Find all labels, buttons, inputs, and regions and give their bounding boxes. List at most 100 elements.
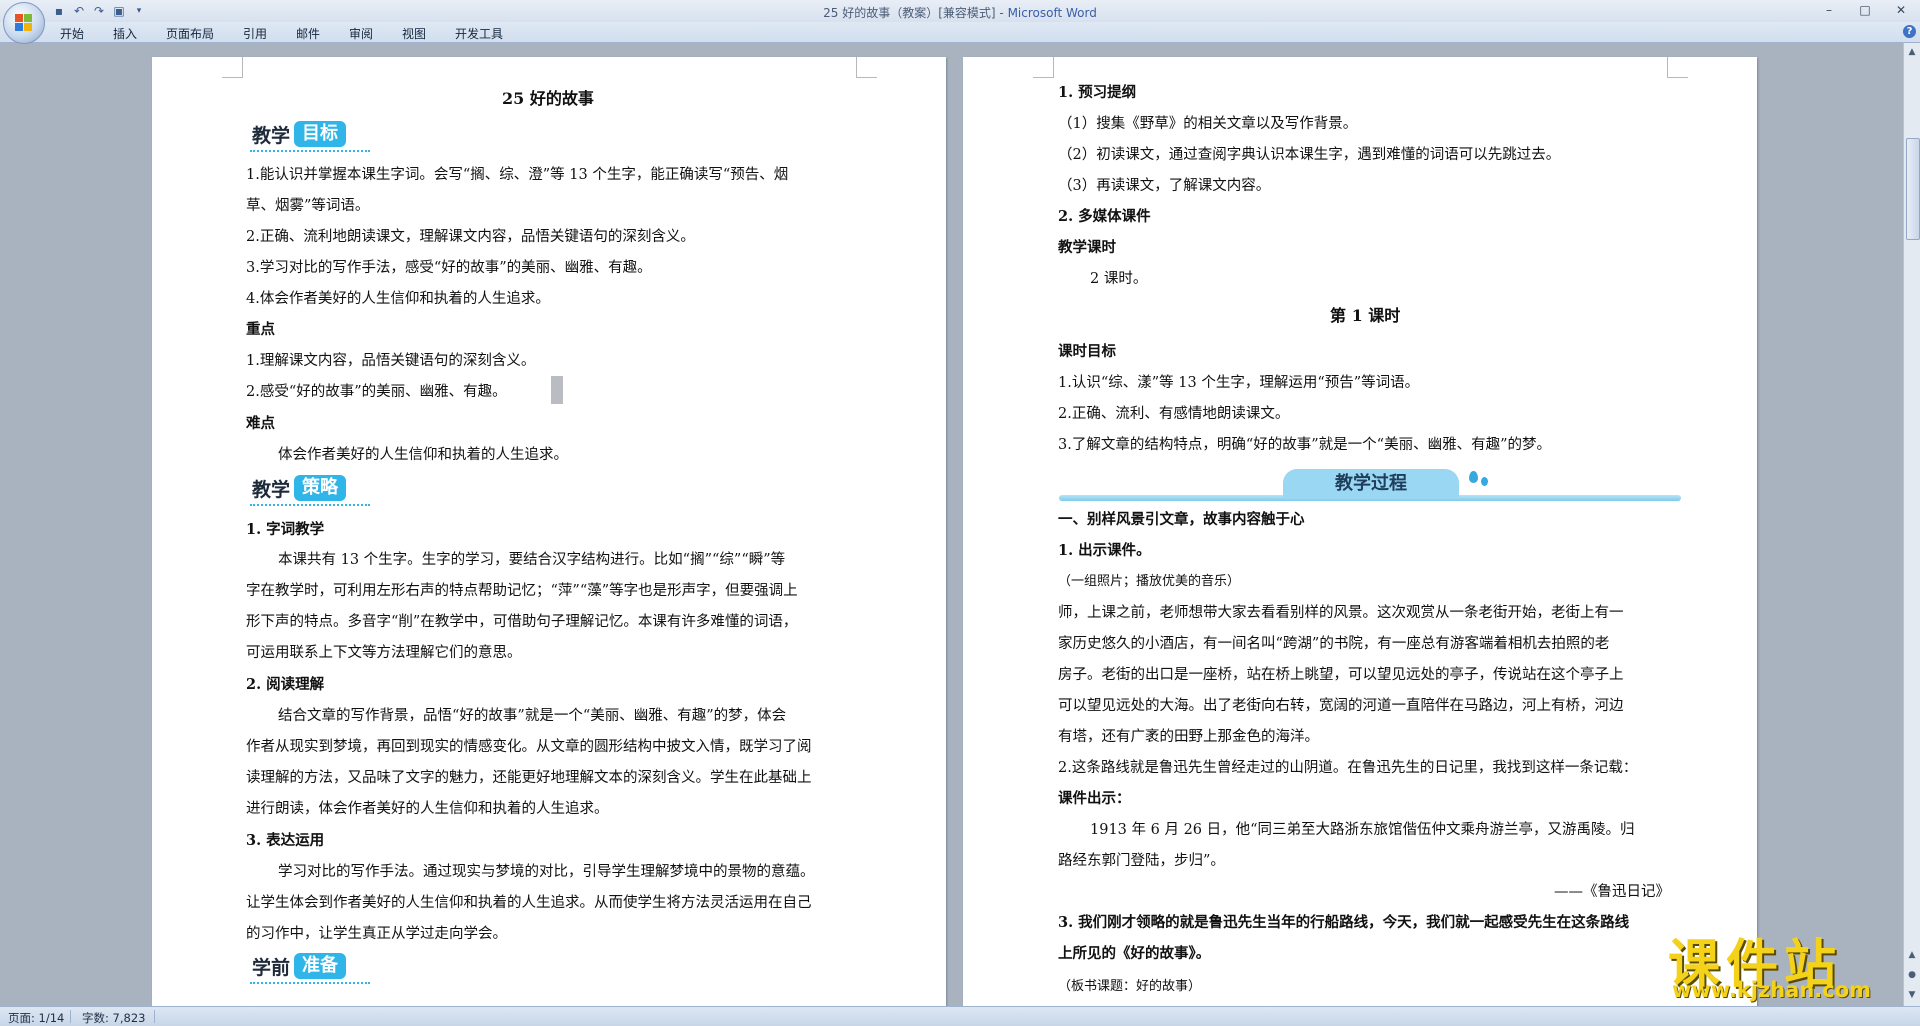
lesson-goal-3: 3.了解文章的结构特点，明确“好的故事”就是一个“美丽、幽雅、有趣”的梦。 xyxy=(1058,437,1551,453)
strategy-1-line-4: 可运用联系上下文等方法理解它们的意思。 xyxy=(246,645,522,661)
page-count[interactable]: 页面: 1/14 xyxy=(8,1010,64,1026)
word-count[interactable]: 字数: 7,823 xyxy=(82,1010,145,1026)
strategy-1-line-3: 形下声的特点。多音字“削”在教学中，可借助句子理解记忆。本课有许多难懂的词语， xyxy=(246,614,798,630)
tab-insert[interactable]: 插入 xyxy=(113,25,137,42)
tab-references[interactable]: 引用 xyxy=(243,25,267,42)
goal-2: 2.正确、流利地朗读课文，理解课文内容，品悟关键语句的深刻含义。 xyxy=(246,229,695,245)
section-badge-preparation: 学前 准备 xyxy=(252,952,347,980)
strategy-1-line-1: 本课共有 13 个生字。生字的学习，要结合汉字结构进行。比如“搁”“综”“瞬”等 xyxy=(278,552,786,568)
crop-mark xyxy=(856,57,877,78)
tab-page-layout[interactable]: 页面布局 xyxy=(166,25,214,42)
badge-label: 教学 xyxy=(252,124,291,147)
window-controls: – □ ✕ xyxy=(1816,2,1914,18)
office-button[interactable] xyxy=(3,2,45,44)
lesson-goal-1: 1.认识“综、漾”等 13 个生字，理解运用“预告”等词语。 xyxy=(1058,375,1420,391)
help-icon[interactable]: ? xyxy=(1903,25,1916,38)
tab-mailings[interactable]: 邮件 xyxy=(296,25,320,42)
teacher-line-4: 可以望见远处的大海。出了老街向右转，宽阔的河道一直陪伴在马路边，河上有桥，河边 xyxy=(1058,698,1624,714)
strategy-2-line-3: 读理解的方法，又品味了文字的魅力，还能更好地理解文本的深刻含义。学生在此基础上 xyxy=(246,770,812,786)
quote-line-1: 1913 年 6 月 26 日，他“同三弟至大路浙东旅馆偕伍仲文乘舟游兰亭，又游… xyxy=(1090,822,1635,838)
section-1-step-3-line-2: 上所见的《好的故事》。 xyxy=(1058,945,1211,962)
prep-item-1: （1）搜集《野草》的相关文章以及写作背景。 xyxy=(1058,116,1358,132)
key-point-1: 1.理解课文内容，品悟关键语句的深刻含义。 xyxy=(246,353,536,369)
section-1-step-2: 2.这条路线就是鲁迅先生曾经走过的山阴道。在鲁迅先生的日记里，我找到这样一条记载… xyxy=(1058,760,1638,776)
difficulty-1: 体会作者美好的人生信仰和执着的人生追求。 xyxy=(278,447,568,463)
watermark-url: www.kjzhan.com xyxy=(1672,978,1872,1002)
multimedia-heading: 2. 多媒体课件 xyxy=(1058,208,1151,225)
window-title: 25 好的故事（教案）[兼容模式] - Microsoft Word xyxy=(0,4,1920,21)
tab-view[interactable]: 视图 xyxy=(402,25,426,42)
section-1-note: （一组照片；播放优美的音乐） xyxy=(1058,574,1241,589)
teacher-line-3: 房子。老街的出口是一座桥，站在桥上眺望，可以望见远处的亭子，传说站在这个亭子上 xyxy=(1058,667,1624,683)
badge-label: 学前 xyxy=(252,956,291,979)
vertical-scrollbar[interactable]: ▲ ▲ ● ▼ xyxy=(1903,43,1920,1006)
scroll-thumb[interactable] xyxy=(1906,138,1920,240)
text-cursor-highlight xyxy=(551,376,563,404)
banner-title: 教学过程 xyxy=(1335,473,1407,494)
teacher-line-1: 师，上课之前，老师想带大家去看看别样的风景。这次观赏从一条老街开始，老街上有一 xyxy=(1058,605,1624,621)
document-title: 25 好的故事 xyxy=(502,89,594,108)
minimize-button[interactable]: – xyxy=(1816,2,1842,18)
section-badge-strategy: 教学 策略 xyxy=(252,474,347,502)
tab-developer[interactable]: 开发工具 xyxy=(455,25,503,42)
strategy-1-heading: 1. 字词教学 xyxy=(246,521,325,538)
office-logo-icon xyxy=(15,14,33,32)
status-bar: 页面: 1/14 字数: 7,823 xyxy=(0,1006,1920,1026)
scroll-up-icon[interactable]: ▲ xyxy=(1906,45,1918,59)
title-bar: ▪ ↶ ↷ ▣ ▾ 25 好的故事（教案）[兼容模式] - Microsoft … xyxy=(0,0,1920,44)
goal-1-line-1: 1.能认识并掌握本课生字词。会写“搁、综、澄”等 13 个生字，能正确读写“预告… xyxy=(246,167,789,183)
section-badge-goals: 教学 目标 xyxy=(252,120,347,148)
lesson-hours-heading: 教学课时 xyxy=(1058,239,1116,256)
close-button[interactable]: ✕ xyxy=(1888,2,1914,18)
lesson-goals-heading: 课时目标 xyxy=(1058,343,1116,360)
strategy-3-line-2: 让学生体会到作者美好的人生信仰和执着的人生追求。从而使学生将方法灵活运用在自己 xyxy=(246,895,812,911)
document-name: 25 好的故事（教案）[兼容模式] xyxy=(823,6,996,20)
lesson-title: 第 1 课时 xyxy=(1330,306,1401,325)
app-name: - Microsoft Word xyxy=(999,6,1097,20)
maximize-button[interactable]: □ xyxy=(1852,2,1878,18)
difficulty-heading: 难点 xyxy=(246,415,275,432)
section-1-heading: 一、别样风景引文章，故事内容触于心 xyxy=(1058,511,1305,528)
badge-highlight: 策略 xyxy=(294,475,347,501)
strategy-1-line-2: 字在教学时，可利用左形右声的特点帮助记忆；“萍”“藻”等字也是形声字，但要强调上 xyxy=(246,583,798,599)
prep-outline-heading: 1. 预习提纲 xyxy=(1058,84,1137,101)
strategy-3-heading: 3. 表达运用 xyxy=(246,832,325,849)
prep-item-3: （3）再读课文，了解课文内容。 xyxy=(1058,178,1271,194)
crop-mark xyxy=(1667,57,1688,78)
strategy-2-line-1: 结合文章的写作背景，品悟“好的故事”就是一个“美丽、幽雅、有趣”的梦，体会 xyxy=(278,708,787,724)
banner-tab: 教学过程 xyxy=(1283,469,1459,499)
badge-highlight: 目标 xyxy=(294,121,347,147)
badge-label: 教学 xyxy=(252,478,291,501)
badge-underline xyxy=(250,150,370,152)
key-point-2: 2.感受“好的故事”的美丽、幽雅、有趣。 xyxy=(246,384,507,400)
strategy-2-line-2: 作者从现实到梦境，再回到现实的情感变化。从文章的圆形结构中披文入情，既学习了阅 xyxy=(246,739,812,755)
tab-review[interactable]: 审阅 xyxy=(349,25,373,42)
goal-4: 4.体会作者美好的人生信仰和执着的人生追求。 xyxy=(246,291,550,307)
status-divider xyxy=(70,1010,71,1023)
badge-underline xyxy=(250,982,370,984)
section-1-step-1: 1. 出示课件。 xyxy=(1058,542,1151,559)
quote-source: ——《鲁迅日记》 xyxy=(1554,884,1670,900)
strategy-2-line-4: 进行朗读，体会作者美好的人生信仰和执着的人生追求。 xyxy=(246,801,609,817)
strategy-2-heading: 2. 阅读理解 xyxy=(246,676,325,693)
ribbon-tab-bar: 开始 插入 页面布局 引用 邮件 审阅 视图 开发工具 ? xyxy=(0,22,1920,43)
courseware-label: 课件出示： xyxy=(1058,790,1131,807)
crop-mark xyxy=(1033,57,1054,78)
site-watermark-logo: 课件站 www.kjzhan.com xyxy=(1668,922,1908,1004)
prep-item-2: （2）初读课文，通过查阅字典认识本课生字，遇到难懂的词语可以先跳过去。 xyxy=(1058,147,1561,163)
water-drop-icon xyxy=(1469,471,1478,483)
status-divider xyxy=(154,1010,155,1023)
section-1-step-3-line-1: 3. 我们刚才领略的就是鲁迅先生当年的行船路线，今天，我们就一起感受先生在这条路… xyxy=(1058,914,1630,931)
quote-line-2: 路经东郭门登陆，步归”。 xyxy=(1058,853,1225,869)
teacher-line-5: 有塔，还有广袤的田野上那金色的海洋。 xyxy=(1058,729,1319,745)
teaching-process-banner: 教学过程 xyxy=(1059,469,1681,501)
lesson-goal-2: 2.正确、流利、有感情地朗读课文。 xyxy=(1058,406,1290,422)
water-drop-icon xyxy=(1481,477,1488,486)
strategy-3-line-3: 的习作中，让学生真正从学过走向学会。 xyxy=(246,926,507,942)
badge-highlight: 准备 xyxy=(294,953,347,979)
crop-mark xyxy=(222,57,243,78)
teacher-line-2: 家历史悠久的小酒店，有一间名叫“跨湖”的书院，有一座总有游客端着相机去拍照的老 xyxy=(1058,636,1610,652)
goal-1-line-2: 草、烟雾”等词语。 xyxy=(246,198,370,214)
tab-home[interactable]: 开始 xyxy=(60,25,84,42)
board-note: （板书课题：好的故事） xyxy=(1058,979,1202,994)
